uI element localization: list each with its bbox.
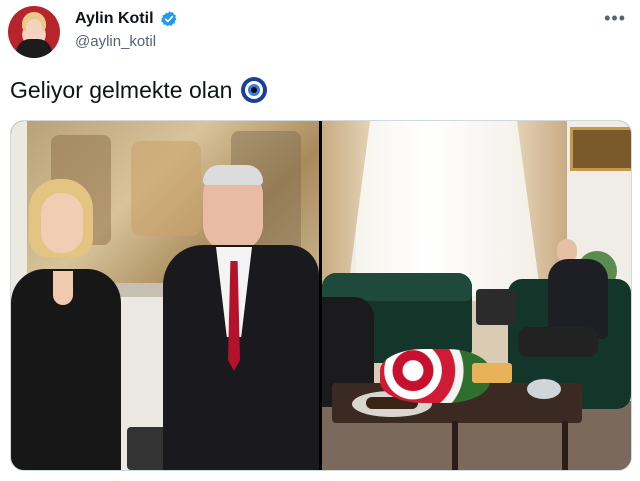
tweet-text-content: Geliyor gelmekte olan <box>10 76 233 103</box>
verified-badge-icon <box>160 11 177 27</box>
tweet-text: Geliyor gelmekte olan <box>10 76 268 104</box>
author-handle[interactable]: @aylin_kotil <box>75 33 156 50</box>
nazar-amulet-icon <box>241 77 268 103</box>
tweet-media[interactable] <box>10 120 632 471</box>
avatar[interactable] <box>8 6 60 58</box>
photo-handshake-portrait[interactable] <box>11 121 319 470</box>
more-options-icon[interactable]: ••• <box>604 8 626 29</box>
author-name-row: Aylin Kotil <box>75 10 178 28</box>
photo-meeting-room[interactable] <box>322 121 631 470</box>
tweet-header: Aylin Kotil @aylin_kotil ••• <box>8 4 632 60</box>
author-display-name[interactable]: Aylin Kotil <box>75 10 154 28</box>
